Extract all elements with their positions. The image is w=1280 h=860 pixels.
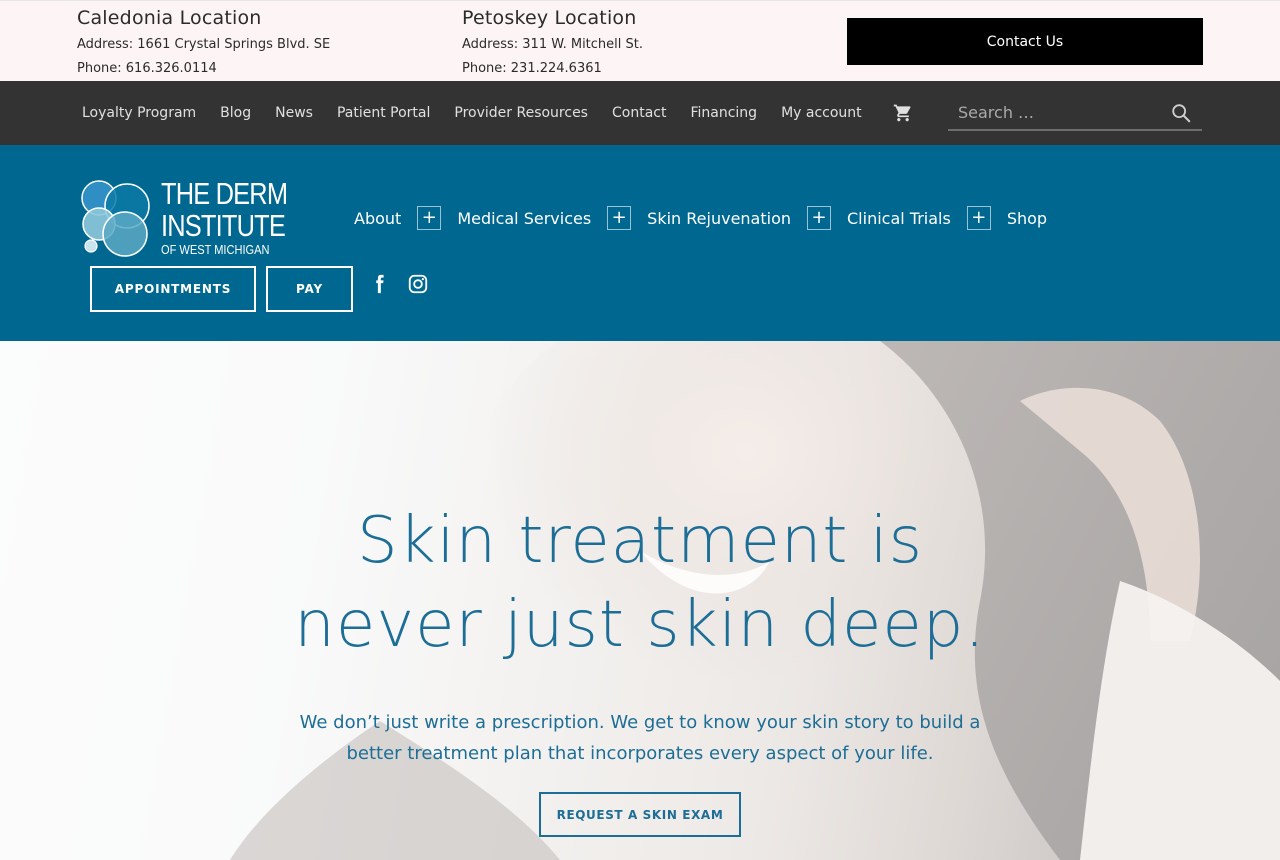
search-input[interactable] [958,95,1158,129]
hero-headline: Skin treatment is never just skin deep. [240,499,1040,667]
expand-clinical-trials-plus-icon[interactable]: + [966,206,991,230]
hero-headline-line2: never just skin deep. [294,588,986,662]
facebook-icon[interactable] [368,273,390,295]
location-phone: Phone: 231.224.6361 [462,61,602,76]
nav-my-account[interactable]: My account [781,105,862,121]
appointments-button[interactable]: APPOINTMENTS [90,266,256,312]
hero-headline-line1: Skin treatment is [357,504,923,578]
expand-skin-rejuvenation-plus-icon[interactable]: + [807,206,831,230]
nav-loyalty-program[interactable]: Loyalty Program [82,105,196,121]
expand-medical-services-plus-icon[interactable]: + [607,206,632,230]
logo-line3: OF WEST MICHIGAN [161,242,270,257]
location-address: Address: 311 W. Mitchell St. [462,37,644,52]
nav-medical-services[interactable]: Medical Services [457,209,591,228]
logo-circles-icon [81,180,150,257]
logo-line2: INSTITUTE [161,208,286,243]
nav-provider-resources[interactable]: Provider Resources [454,105,588,121]
nav-clinical-trials[interactable]: Clinical Trials [847,209,951,228]
location-bar: Caledonia Location Address: 1661 Crystal… [0,0,1280,81]
nav-patient-portal[interactable]: Patient Portal [337,105,430,121]
expand-about-plus-icon[interactable]: + [417,206,442,230]
nav-skin-rejuvenation[interactable]: Skin Rejuvenation [647,209,791,228]
instagram-icon[interactable] [407,273,429,295]
location-address: Address: 1661 Crystal Springs Blvd. SE [77,37,331,52]
nav-about[interactable]: About [354,209,401,228]
location-caledonia: Caledonia Location Address: 1661 Crystal… [77,7,330,77]
main-header: THE DERM INSTITUTE OF WEST MICHIGAN Abou… [0,145,1280,341]
cart-icon[interactable] [893,103,913,123]
location-phone: Phone: 616.326.0114 [77,61,217,76]
contact-us-button[interactable]: Contact Us [847,18,1203,65]
logo-text: THE DERM INSTITUTE OF WEST MICHIGAN [161,178,315,258]
hero-body: We don’t just write a prescription. We g… [299,712,981,764]
nav-shop[interactable]: Shop [1007,209,1047,228]
location-title: Caledonia Location [77,7,262,29]
location-petoskey: Petoskey Location Address: 311 W. Mitche… [462,7,643,77]
nav-financing[interactable]: Financing [690,105,757,121]
nav-blog[interactable]: Blog [220,105,251,121]
location-title: Petoskey Location [462,7,637,29]
search-icon[interactable] [1170,102,1192,124]
nav-news[interactable]: News [275,105,313,121]
pay-button[interactable]: PAY [266,266,353,312]
main-nav: About + Medical Services + Skin Rejuvena… [354,206,1047,230]
logo[interactable]: THE DERM INSTITUTE OF WEST MICHIGAN [77,178,288,260]
logo-line1: THE DERM [161,176,288,211]
request-skin-exam-button[interactable]: REQUEST A SKIN EXAM [539,792,741,837]
search-box [948,95,1202,131]
hero-section: Skin treatment is never just skin deep. … [0,341,1280,860]
nav-contact[interactable]: Contact [612,105,666,121]
